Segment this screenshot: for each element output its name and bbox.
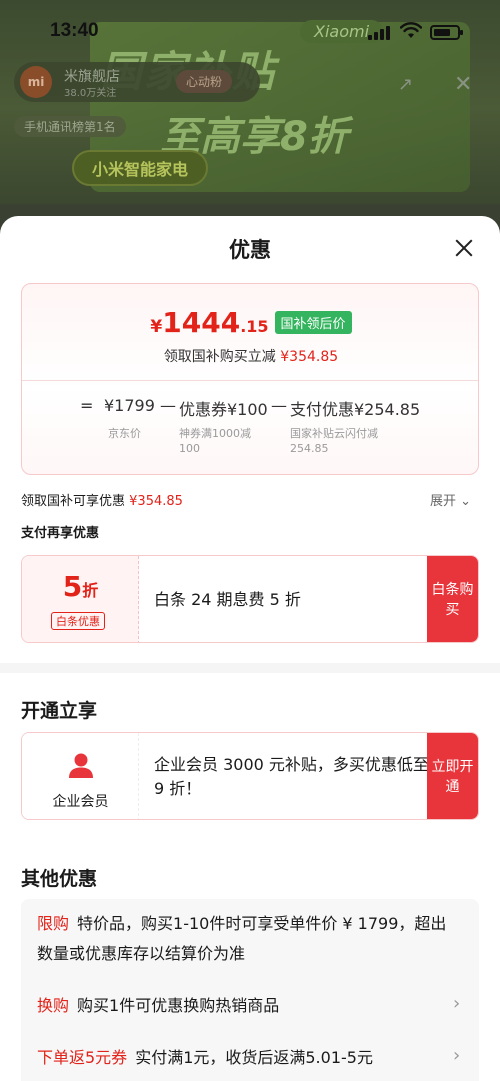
subsidy-row: 领取国补可享优惠 ¥354.85 — [21, 490, 183, 509]
offer-tag: 限购 — [37, 914, 70, 933]
discount-badge: 5折 白条优惠 — [22, 556, 139, 642]
member-badge: 企业会员 — [22, 733, 139, 819]
open-section-title: 开通立享 — [21, 700, 98, 722]
baitiao-offer-text: 白条 24 期息费 5 折 — [154, 590, 301, 609]
offer-tag: 下单返5元券 — [37, 1048, 128, 1067]
formula-payment: 支付优惠¥254.85 — [290, 400, 421, 419]
chevron-down-icon: ⌄ — [460, 494, 472, 509]
offer-text: 特价品，购买1-10件时可享受单件价 ¥ 1799，超出数量或优惠库存以结算价为… — [37, 914, 447, 963]
expand-button[interactable]: 展开 ⌄ — [430, 490, 471, 509]
signal-icon — [368, 26, 390, 40]
offer-text: 实付满1元，收货后返满5.01-5元 — [135, 1048, 373, 1067]
price-subtitle: 领取国补购买立减 ¥354.85 — [22, 346, 478, 366]
note-coupon: 神券满1000减100 — [179, 427, 251, 455]
formula-minus: — — [271, 396, 287, 415]
shop-name: 米旗舰店 — [64, 69, 120, 85]
discount-number: 5 — [62, 570, 83, 603]
price-integer: 1444 — [162, 306, 241, 339]
subsidy-label: 领取国补可享优惠 — [21, 494, 126, 509]
baitiao-buy-button[interactable]: 白条购买 — [427, 556, 478, 642]
user-icon — [69, 753, 93, 778]
member-offer-card[interactable]: 企业会员 企业会员 3000 元补贴，多买优惠低至 9 折！ 立即开通 — [21, 732, 479, 820]
formula-equals: = — [80, 396, 94, 415]
status-time: 13:40 — [50, 20, 99, 41]
shop-fans: 38.0万关注 — [64, 88, 117, 99]
offer-tag: 换购 — [37, 996, 70, 1015]
list-item[interactable]: 下单返5元券 实付满1元，收货后返满5.01-5元 — [37, 1043, 457, 1073]
section-divider — [0, 663, 500, 673]
member-label: 企业会员 — [52, 794, 109, 810]
rank-badge: 手机通讯榜第1名 — [14, 116, 126, 137]
share-icon: ↗ — [398, 74, 414, 95]
formula-coupon: 优惠券¥100 — [179, 400, 268, 419]
discount-tag: 白条优惠 — [51, 612, 105, 630]
subsidy-amount: ¥354.85 — [129, 494, 183, 509]
list-item: 限购 特价品，购买1-10件时可享受单件价 ¥ 1799，超出数量或优惠库存以结算… — [37, 909, 457, 969]
list-item[interactable]: 换购 购买1件可优惠换购热销商品 — [37, 991, 457, 1021]
offers-sheet: 优惠 ¥1444.15 国补领后价 领取国补购买立减 ¥354.85 = ¥179… — [0, 216, 500, 1081]
price-subtitle-text: 领取国补购买立减 — [163, 349, 276, 365]
price-decimal: .15 — [240, 317, 269, 336]
note-base: 京东价 — [108, 427, 141, 440]
other-section-title: 其他优惠 — [21, 868, 98, 890]
formula-base-price: ¥1799 — [104, 396, 155, 415]
follow-button: 心动粉 — [176, 70, 233, 93]
battery-icon — [430, 25, 463, 40]
currency-symbol: ¥ — [150, 317, 163, 337]
final-price: ¥1444.15 国补领后价 — [22, 306, 478, 339]
category-badge: 小米智能家电 — [72, 150, 209, 186]
chevron-right-icon: › — [453, 1045, 461, 1066]
close-icon: ✕ — [454, 72, 473, 97]
status-bar: 13:40 — [0, 0, 500, 52]
note-payment: 国家补贴云闪付减254.85 — [290, 427, 378, 455]
offer-text: 购买1件可优惠换购热销商品 — [77, 996, 280, 1015]
open-now-button[interactable]: 立即开通 — [427, 733, 478, 819]
member-offer-text: 企业会员 3000 元补贴，多买优惠低至 9 折！ — [154, 755, 429, 798]
pay-section-title: 支付再享优惠 — [21, 526, 100, 541]
shop-logo: mi — [20, 66, 52, 98]
formula-minus: — — [160, 396, 176, 415]
expand-label: 展开 — [430, 494, 457, 509]
baitiao-offer-card[interactable]: 5折 白条优惠 白条 24 期息费 5 折 白条购买 — [21, 555, 479, 643]
other-offers-list: 限购 特价品，购买1-10件时可享受单件价 ¥ 1799，超出数量或优惠库存以结算… — [21, 899, 479, 1081]
divider — [22, 380, 478, 381]
price-tag: 国补领后价 — [274, 311, 352, 334]
close-icon[interactable] — [450, 234, 478, 262]
discount-value: 5折 — [22, 570, 139, 603]
price-subtitle-amount: ¥354.85 — [280, 349, 339, 365]
sheet-title: 优惠 — [229, 238, 271, 262]
discount-unit: 折 — [82, 581, 99, 600]
chevron-right-icon: › — [453, 993, 461, 1014]
price-card: ¥1444.15 国补领后价 领取国补购买立减 ¥354.85 = ¥1799 —… — [21, 283, 479, 475]
wifi-icon — [400, 22, 422, 38]
